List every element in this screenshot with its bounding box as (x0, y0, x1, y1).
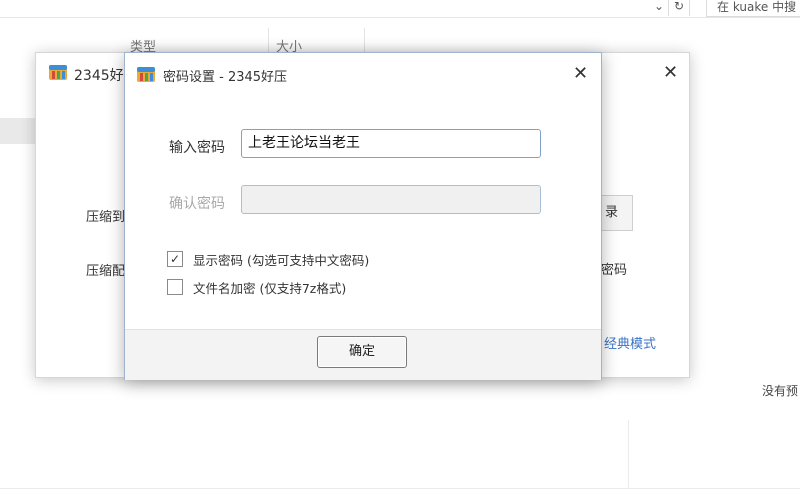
show-password-label: 显示密码 (勾选可支持中文密码) (193, 252, 370, 268)
compress-to-label: 压缩到 (86, 210, 126, 225)
explorer-address-bar: ⌄ ↻ 在 kuake 中搜 (0, 0, 800, 18)
dialog-title: 密码设置 - 2345好压 (163, 70, 288, 85)
explorer-search-input[interactable]: 在 kuake 中搜 (706, 0, 800, 17)
chevron-down-icon[interactable]: ⌄ (650, 0, 668, 16)
password-label: 输入密码 (169, 140, 225, 156)
selected-row-highlight (0, 118, 36, 144)
browse-button[interactable]: 录 (600, 195, 633, 231)
compress-config-label: 压缩配 (86, 264, 126, 279)
pane-divider (628, 420, 629, 488)
confirm-password-input[interactable] (241, 185, 541, 214)
column-divider (268, 28, 269, 54)
column-divider (364, 28, 365, 54)
password-input[interactable]: 上老王论坛当老王 (241, 129, 541, 158)
encrypt-filenames-label: 文件名加密 (仅支持7z格式) (193, 280, 347, 296)
confirm-password-label: 确认密码 (169, 196, 225, 212)
password-dialog: 密码设置 - 2345好压 ✕ 输入密码 上老王论坛当老王 确认密码 ✓ 显示密… (124, 52, 602, 380)
app-icon (137, 67, 155, 82)
show-password-option[interactable]: ✓ 显示密码 (勾选可支持中文密码) (167, 250, 369, 268)
classic-mode-link[interactable]: 经典模式 (604, 333, 656, 352)
browse-button-label: 录 (604, 205, 618, 220)
dialog-footer: 确定 (125, 329, 601, 380)
ok-button[interactable]: 确定 (317, 336, 407, 368)
close-icon[interactable]: ✕ (663, 64, 678, 82)
password-dialog-titlebar: 密码设置 - 2345好压 ✕ (125, 53, 601, 95)
check-icon: ✓ (169, 252, 181, 266)
encrypt-filenames-option[interactable]: 文件名加密 (仅支持7z格式) (167, 278, 346, 296)
show-password-checkbox[interactable]: ✓ (167, 251, 183, 267)
status-divider (0, 488, 800, 489)
close-icon[interactable]: ✕ (573, 65, 588, 83)
set-password-label[interactable]: 密码 (601, 259, 627, 278)
app-icon (49, 65, 67, 80)
encrypt-filenames-checkbox[interactable] (167, 279, 183, 295)
refresh-icon[interactable]: ↻ (668, 0, 690, 16)
preview-placeholder-text: 没有预 (762, 384, 799, 398)
